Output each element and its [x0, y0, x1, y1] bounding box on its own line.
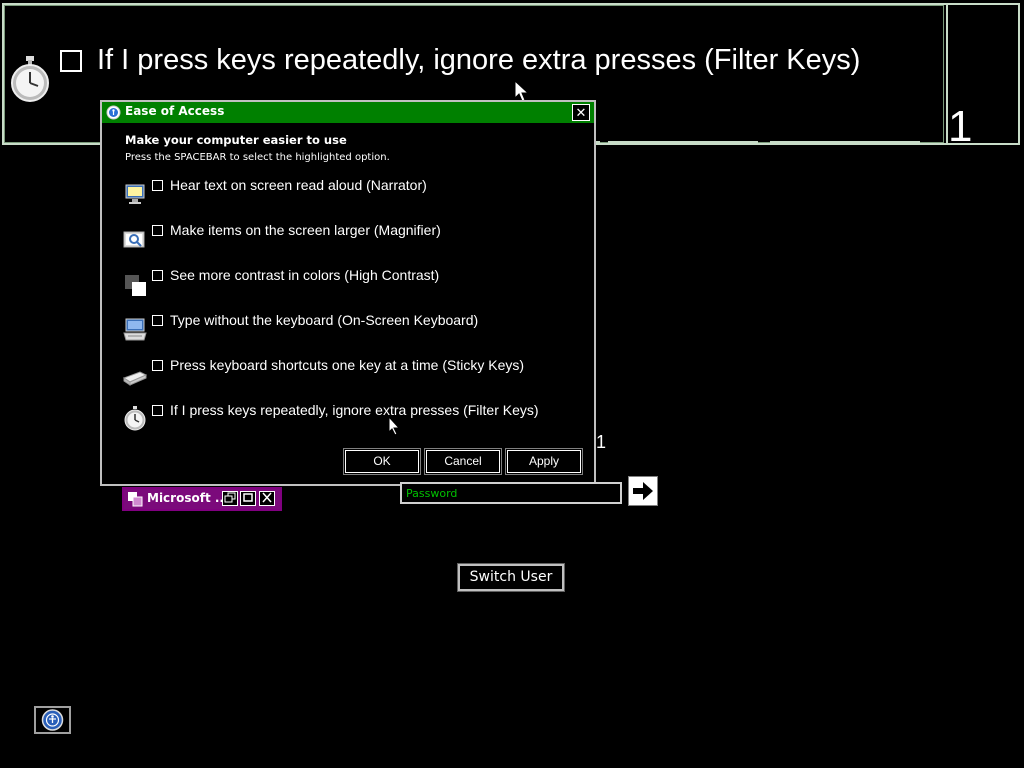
password-input[interactable]	[400, 482, 622, 504]
narrator-checkbox[interactable]	[152, 180, 163, 191]
mouse-cursor-icon	[388, 416, 401, 436]
microsoft-window-title: Microsoft ...	[147, 491, 229, 505]
magnifier-option-label[interactable]: Make items on the screen larger (Magnifi…	[170, 222, 441, 238]
sticky-keys-checkbox[interactable]	[152, 360, 163, 371]
stopwatch-icon	[11, 56, 49, 102]
on-screen-keyboard-option-label[interactable]: Type without the keyboard (On-Screen Key…	[170, 312, 478, 328]
cancel-button[interactable]: Cancel	[424, 448, 502, 475]
magnifier-numeral: 1	[948, 102, 973, 151]
apply-button[interactable]: Apply	[505, 448, 583, 475]
submit-button[interactable]	[628, 476, 658, 506]
application-icon	[128, 492, 143, 507]
high-contrast-checkbox[interactable]	[152, 270, 163, 281]
close-icon	[262, 492, 272, 503]
stopwatch-icon	[124, 406, 146, 431]
filter-keys-checkbox[interactable]	[152, 405, 163, 416]
close-button[interactable]	[259, 491, 275, 506]
dialog-heading: Make your computer easier to use	[125, 133, 347, 147]
background-numeral: 1	[596, 432, 607, 452]
high-contrast-option-label[interactable]: See more contrast in colors (High Contra…	[170, 267, 439, 283]
ease-of-access-icon	[106, 105, 121, 120]
sticky-keys-icon	[122, 371, 148, 386]
magnifier-filter-keys-label: If I press keys repeatedly, ignore extra…	[97, 44, 861, 76]
dialog-title: Ease of Access	[125, 104, 225, 118]
magnifier-line	[770, 141, 920, 144]
high-contrast-icon	[125, 275, 146, 296]
magnifier-icon	[123, 231, 145, 248]
sticky-keys-option-label[interactable]: Press keyboard shortcuts one key at a ti…	[170, 357, 524, 373]
maximize-icon	[243, 493, 253, 502]
restore-button[interactable]	[222, 491, 238, 506]
narrator-option-label[interactable]: Hear text on screen read aloud (Narrator…	[170, 177, 427, 193]
on-screen-keyboard-icon	[123, 318, 147, 341]
magnifier-checkbox[interactable]	[152, 225, 163, 236]
filter-keys-option-label[interactable]: If I press keys repeatedly, ignore extra…	[170, 402, 539, 418]
narrator-icon	[125, 184, 145, 204]
close-button[interactable]: ✕	[572, 104, 590, 121]
switch-user-button[interactable]: Switch User	[457, 563, 565, 592]
ease-of-access-icon	[41, 709, 64, 731]
on-screen-keyboard-checkbox[interactable]	[152, 315, 163, 326]
restore-icon	[224, 492, 236, 503]
maximize-button[interactable]	[240, 491, 256, 506]
magnifier-filter-keys-checkbox	[60, 50, 82, 72]
ok-button[interactable]: OK	[343, 448, 421, 475]
dialog-instructions: Press the SPACEBAR to select the highlig…	[125, 152, 390, 163]
ease-of-access-button[interactable]	[34, 706, 71, 734]
mouse-cursor-icon	[514, 80, 530, 102]
magnifier-line	[608, 141, 758, 144]
arrow-right-icon	[633, 482, 653, 500]
